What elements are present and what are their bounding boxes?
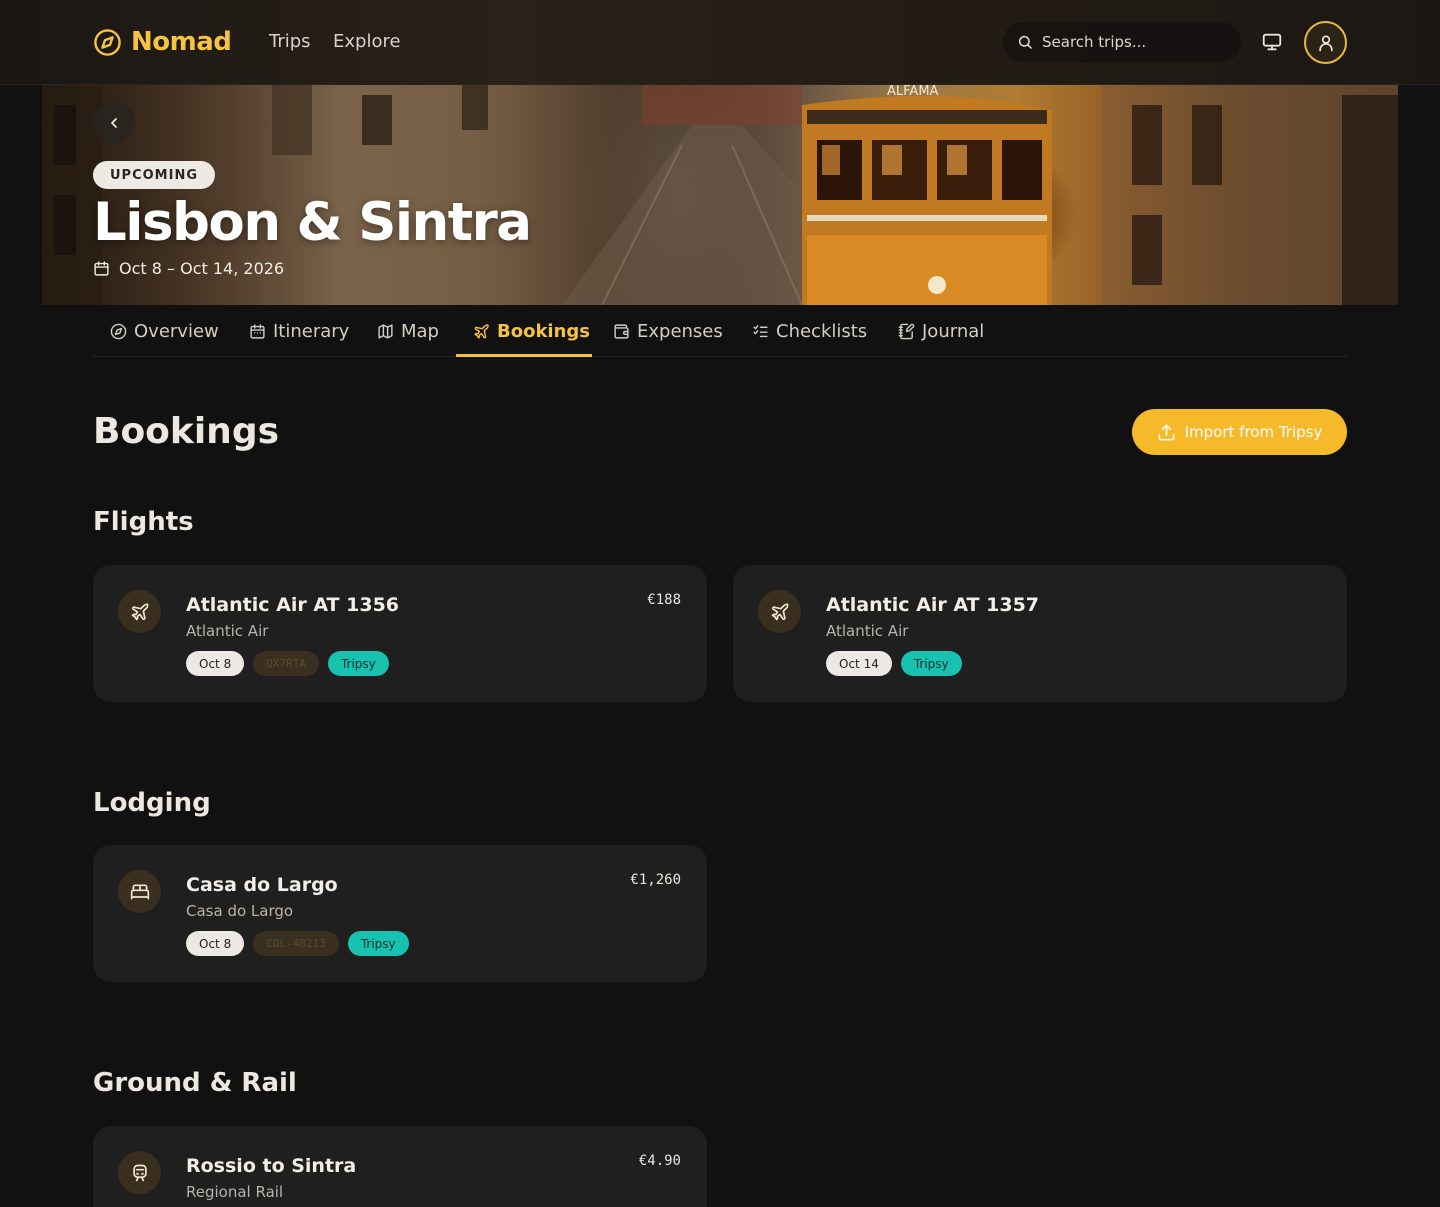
booking-subtitle: Casa do Largo: [186, 902, 294, 920]
tab-overview[interactable]: Overview: [110, 305, 219, 357]
user-icon: [1316, 33, 1336, 53]
tab-label: Journal: [922, 320, 985, 342]
tab-expenses[interactable]: Expenses: [613, 305, 723, 357]
section-title-lodging: Lodging: [93, 788, 211, 818]
tab-itinerary[interactable]: Itinerary: [249, 305, 349, 357]
booking-card[interactable]: Atlantic Air AT 1356 Atlantic Air €188 O…: [93, 565, 707, 702]
trip-tabs: Overview Itinerary Map Bookings Expenses…: [93, 305, 1347, 357]
booking-subtitle: Atlantic Air: [826, 622, 909, 640]
booking-chips: Oct 14 Tripsy: [826, 651, 962, 676]
booking-title: Atlantic Air AT 1356: [186, 594, 400, 616]
bed-icon: [118, 870, 161, 913]
import-from-tripsy-button[interactable]: Import from Tripsy: [1132, 409, 1347, 455]
plane-icon: [118, 590, 161, 633]
date-chip: Oct 8: [186, 651, 245, 676]
trip-status-badge: UPCOMING: [93, 161, 215, 189]
monitor-icon[interactable]: [1261, 31, 1283, 53]
calendar-icon: [249, 323, 266, 340]
checklist-icon: [752, 323, 769, 340]
top-navbar: Nomad Trips Explore: [0, 0, 1440, 85]
brand-logo[interactable]: Nomad: [93, 27, 232, 57]
plane-icon: [473, 323, 490, 340]
source-chip: Tripsy: [347, 931, 409, 956]
date-chip: Oct 14: [826, 651, 892, 676]
search-icon: [1017, 34, 1033, 50]
booking-card[interactable]: Casa do Largo Casa do Largo €1,260 Oct 8…: [93, 845, 707, 982]
booking-subtitle: Atlantic Air: [186, 622, 269, 640]
tab-label: Checklists: [776, 320, 868, 342]
train-icon: [118, 1151, 161, 1194]
booking-price: €1,260: [630, 872, 681, 888]
tab-label: Itinerary: [273, 320, 350, 342]
compass-icon: [93, 28, 122, 57]
brand-name: Nomad: [131, 27, 232, 57]
upload-icon: [1157, 423, 1176, 442]
trip-date-range: Oct 8 – Oct 14, 2026: [93, 259, 284, 278]
booking-title: Rossio to Sintra: [186, 1155, 357, 1177]
tab-map[interactable]: Map: [377, 305, 439, 357]
wallet-icon: [613, 323, 630, 340]
tab-journal[interactable]: Journal: [898, 305, 984, 357]
booking-chips: Oct 8 QX7RTA Tripsy: [186, 651, 389, 676]
tab-checklists[interactable]: Checklists: [752, 305, 867, 357]
booking-price: €4.90: [638, 1153, 681, 1169]
booking-card[interactable]: Rossio to Sintra Regional Rail €4.90: [93, 1126, 707, 1207]
booking-card[interactable]: Atlantic Air AT 1357 Atlantic Air Oct 14…: [733, 565, 1347, 702]
booking-price: €188: [647, 592, 681, 608]
calendar-icon: [93, 260, 110, 277]
confirmation-code-chip[interactable]: QX7RTA: [253, 651, 319, 676]
confirmation-code-chip[interactable]: CDL-48213: [253, 931, 339, 956]
map-icon: [377, 323, 394, 340]
tab-label: Expenses: [637, 320, 723, 342]
tab-bookings[interactable]: Bookings: [473, 305, 590, 357]
nav-explore-link[interactable]: Explore: [333, 31, 401, 52]
import-button-label: Import from Tripsy: [1184, 423, 1323, 441]
journal-icon: [898, 323, 915, 340]
section-title-ground-rail: Ground & Rail: [93, 1068, 297, 1098]
search-input[interactable]: [1042, 33, 1222, 51]
trip-title: Lisbon & Sintra: [93, 192, 532, 253]
back-button[interactable]: [93, 102, 135, 144]
active-tab-indicator: [456, 354, 592, 357]
chevron-left-icon: [106, 115, 122, 131]
compass-icon: [110, 323, 127, 340]
booking-chips: Oct 8 CDL-48213 Tripsy: [186, 931, 409, 956]
tab-label: Map: [401, 320, 439, 342]
tab-label: Bookings: [497, 320, 591, 342]
page-title: Bookings: [93, 411, 280, 452]
source-chip: Tripsy: [900, 651, 962, 676]
booking-subtitle: Regional Rail: [186, 1183, 284, 1201]
trip-dates-text: Oct 8 – Oct 14, 2026: [119, 259, 285, 278]
booking-title: Casa do Largo: [186, 874, 338, 896]
section-title-flights: Flights: [93, 507, 194, 537]
date-chip: Oct 8: [186, 931, 245, 956]
search-bar[interactable]: [1003, 22, 1241, 62]
plane-icon: [758, 590, 801, 633]
nav-trips-link[interactable]: Trips: [269, 31, 311, 52]
booking-title: Atlantic Air AT 1357: [826, 594, 1040, 616]
source-chip: Tripsy: [327, 651, 389, 676]
tab-label: Overview: [134, 320, 219, 342]
svg-text:ALFAMA: ALFAMA: [887, 85, 939, 99]
user-avatar-button[interactable]: [1304, 21, 1347, 64]
